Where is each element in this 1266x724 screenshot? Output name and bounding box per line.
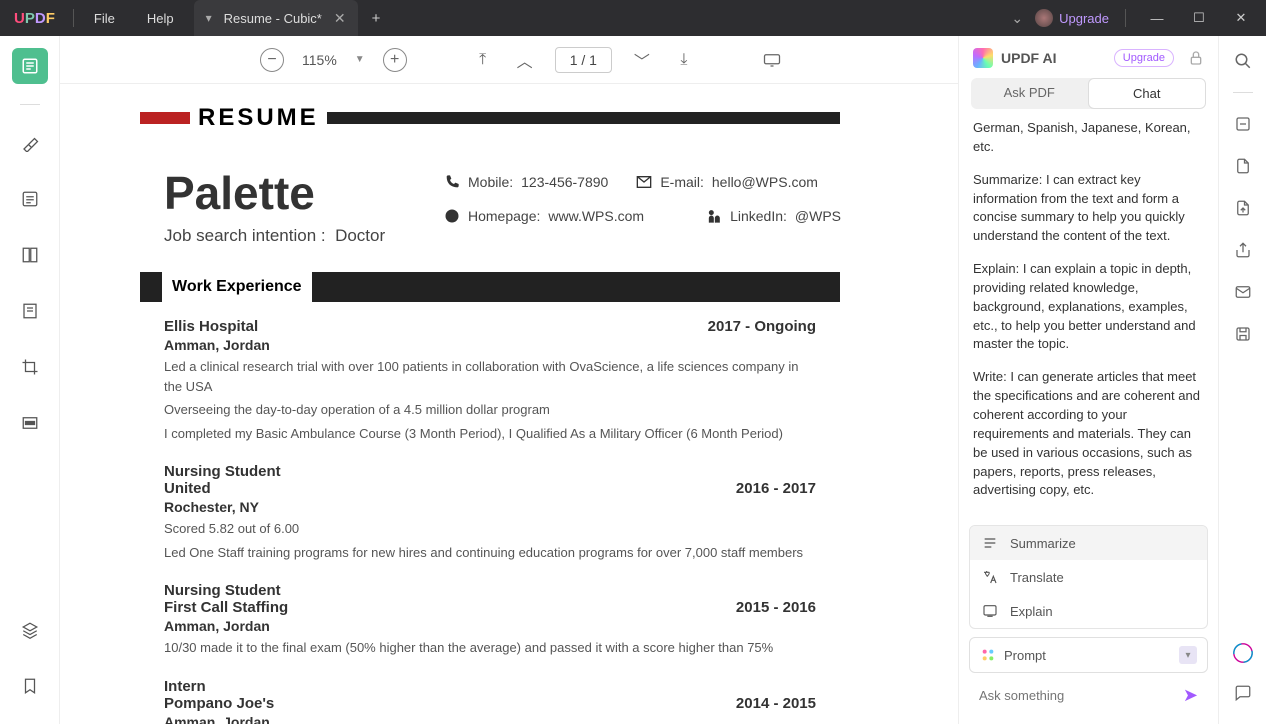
view-toolbar: − 115% ▼ + ⤒ ︿ 1 / 1 ﹀ ⤓ (60, 36, 958, 84)
upgrade-label: Upgrade (1059, 11, 1109, 26)
highlight-icon[interactable] (12, 125, 48, 161)
job-entry: Ellis Hospital2017 - Ongoing Amman, Jord… (140, 314, 840, 447)
layers-icon[interactable] (12, 612, 48, 648)
form-icon[interactable] (12, 293, 48, 329)
right-toolbar (1218, 36, 1266, 724)
ai-text: Write: I can generate articles that meet… (973, 368, 1204, 500)
bookmark-icon[interactable] (12, 668, 48, 704)
tab-add-button[interactable]: + (358, 10, 395, 27)
left-toolbar (0, 36, 60, 724)
zoom-in-icon[interactable]: + (383, 48, 407, 72)
tab-list-dropdown-icon[interactable]: ⌄ (1011, 10, 1023, 27)
ai-text: German, Spanish, Japanese, Korean, etc. (973, 119, 1204, 157)
ai-tabs: Ask PDF Chat (971, 78, 1206, 109)
tab-close-icon[interactable]: ✕ (334, 10, 346, 27)
tab-chat[interactable]: Chat (1088, 78, 1207, 109)
zoom-dropdown-icon[interactable]: ▼ (355, 54, 365, 65)
ask-input[interactable] (979, 688, 1177, 703)
contact-email: E-mail: hello@WPS.com (636, 174, 818, 190)
ai-panel-title: UPDF AI (1001, 50, 1056, 66)
document-viewport[interactable]: RESUME Palette Job search intention : Do… (60, 84, 958, 724)
contact-mobile: Mobile: 123-456-7890 (444, 174, 608, 190)
window-maximize-icon[interactable]: ☐ (1184, 10, 1214, 26)
prompt-label: Prompt (1004, 648, 1046, 663)
share-icon[interactable] (1232, 239, 1254, 261)
resume-name: Palette (164, 166, 444, 220)
page-layout-icon[interactable] (12, 237, 48, 273)
contact-linkedin: LinkedIn: @WPS (706, 208, 841, 224)
presentation-icon[interactable] (760, 48, 784, 72)
ai-sparkle-icon[interactable] (1232, 642, 1254, 664)
window-close-icon[interactable]: ✕ (1226, 10, 1256, 26)
lock-icon (1188, 50, 1204, 66)
zoom-out-icon[interactable]: − (260, 48, 284, 72)
next-page-icon[interactable]: ﹀ (630, 48, 654, 72)
prompt-dropdown-icon[interactable]: ▾ (1179, 646, 1197, 664)
job-entry: Nursing Student First Call Staffing2015 … (140, 578, 840, 662)
document-page: RESUME Palette Job search intention : Do… (140, 104, 840, 724)
tab-title: Resume - Cubic* (224, 11, 322, 26)
crop-icon[interactable] (12, 349, 48, 385)
prev-page-icon[interactable]: ︿ (513, 48, 537, 72)
ai-text: Summarize: I can extract key information… (973, 171, 1204, 246)
menu-help[interactable]: Help (131, 11, 190, 26)
action-translate[interactable]: Translate (970, 560, 1207, 594)
export-icon[interactable] (1232, 197, 1254, 219)
resume-banner: RESUME (190, 104, 327, 132)
tab-ask-pdf[interactable]: Ask PDF (971, 78, 1088, 109)
prompt-selector[interactable]: Prompt ▾ (969, 637, 1208, 673)
ai-quick-actions: Summarize Translate Explain (969, 525, 1208, 629)
email-icon[interactable] (1232, 281, 1254, 303)
section-work-title: Work Experience (172, 278, 302, 296)
send-icon[interactable]: ➤ (1177, 685, 1204, 706)
menu-file[interactable]: File (78, 11, 131, 26)
app-logo: UPDF (0, 10, 69, 27)
titlebar: UPDF File Help ▾ Resume - Cubic* ✕ + ⌄ U… (0, 0, 1266, 36)
page-indicator[interactable]: 1 / 1 (555, 47, 612, 73)
window-minimize-icon[interactable]: — (1142, 11, 1172, 26)
ai-text: Explain: I can explain a topic in depth,… (973, 260, 1204, 354)
job-entry: Nursing Student United2016 - 2017 Roches… (140, 459, 840, 566)
contact-homepage: Homepage: www.WPS.com (444, 208, 644, 224)
upgrade-button[interactable]: Upgrade (1035, 9, 1109, 27)
updf-ai-logo-icon (973, 48, 993, 68)
action-explain[interactable]: Explain (970, 594, 1207, 628)
ai-upgrade-button[interactable]: Upgrade (1114, 49, 1174, 67)
convert-icon[interactable] (1232, 155, 1254, 177)
job-intention: Job search intention : Doctor (164, 226, 444, 246)
action-summarize[interactable]: Summarize (970, 526, 1207, 560)
tab-pin-icon: ▾ (206, 11, 212, 25)
ai-chat-body[interactable]: German, Spanish, Japanese, Korean, etc. … (959, 109, 1218, 525)
zoom-value: 115% (302, 52, 337, 68)
ocr-icon[interactable] (1232, 113, 1254, 135)
ai-panel: UPDF AI Upgrade Ask PDF Chat German, Spa… (958, 36, 1218, 724)
first-page-icon[interactable]: ⤒ (471, 48, 495, 72)
document-tab[interactable]: ▾ Resume - Cubic* ✕ (194, 0, 358, 36)
ask-input-row: ➤ (969, 679, 1208, 712)
comment-icon[interactable] (1232, 682, 1254, 704)
reader-mode-icon[interactable] (12, 48, 48, 84)
redact-icon[interactable] (12, 405, 48, 441)
avatar-icon (1035, 9, 1053, 27)
last-page-icon[interactable]: ⤓ (672, 48, 696, 72)
job-entry: Intern Pompano Joe's2014 - 2015 Amman, J… (140, 674, 840, 724)
search-icon[interactable] (1232, 50, 1254, 72)
save-icon[interactable] (1232, 323, 1254, 345)
edit-text-icon[interactable] (12, 181, 48, 217)
